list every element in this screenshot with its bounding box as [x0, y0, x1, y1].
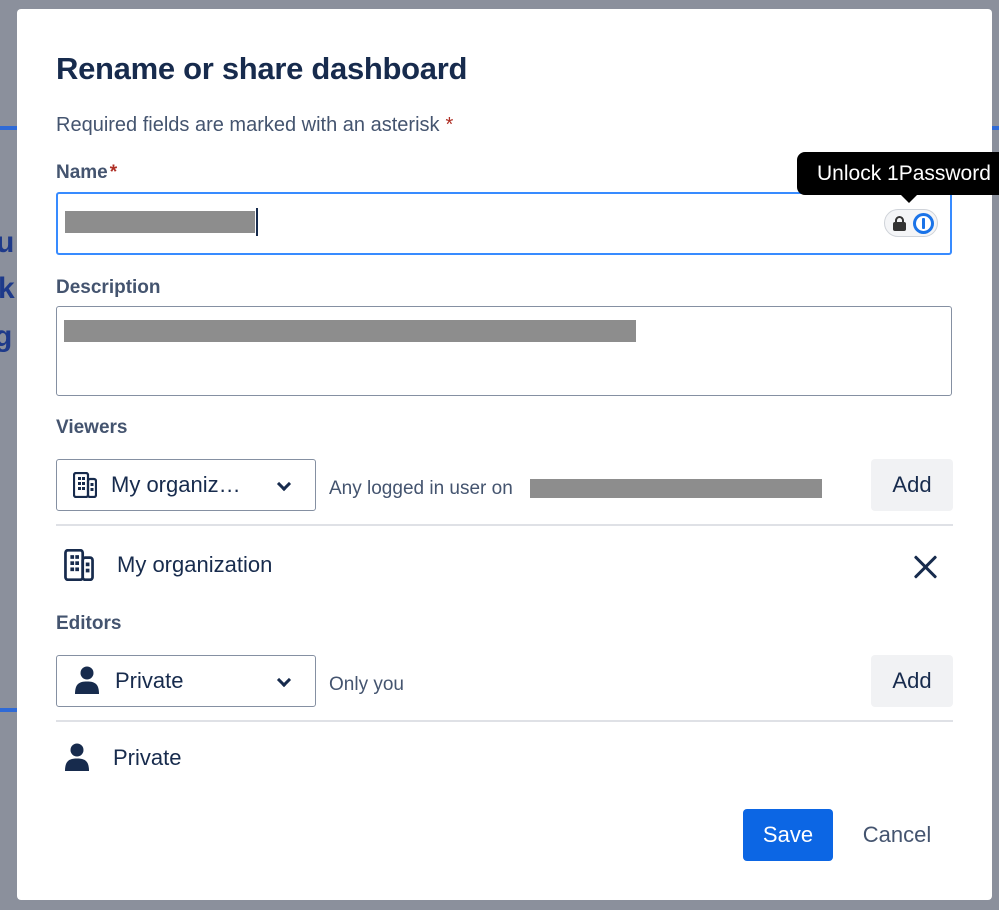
- viewer-entry-label: My organization: [117, 552, 273, 577]
- background-accent-line: [0, 126, 17, 130]
- required-asterisk: *: [445, 114, 454, 136]
- text-cursor: [256, 208, 258, 236]
- chevron-down-icon: [276, 476, 292, 492]
- chevron-down-icon: [276, 672, 292, 688]
- building-icon: [73, 472, 97, 498]
- password-manager-button[interactable]: [884, 209, 938, 237]
- name-required-asterisk: *: [109, 162, 118, 183]
- person-icon: [65, 743, 89, 771]
- background-accent-line: [992, 126, 999, 130]
- redacted-organization-name: [530, 479, 822, 498]
- redacted-name-value: [65, 211, 255, 233]
- add-viewer-button[interactable]: Add: [871, 459, 953, 511]
- password-manager-tooltip: Unlock 1Password: [797, 152, 999, 195]
- name-label-text: Name: [56, 162, 108, 183]
- viewers-divider: [56, 524, 953, 526]
- editors-label: Editors: [56, 613, 122, 634]
- viewers-hint: Any logged in user on: [329, 478, 513, 500]
- building-icon: [64, 549, 94, 581]
- editors-hint: Only you: [329, 674, 404, 695]
- 1password-icon: [913, 212, 934, 234]
- add-editor-button[interactable]: Add: [871, 655, 953, 707]
- redacted-description-value: [64, 320, 636, 342]
- viewers-select[interactable]: My organiz…: [56, 459, 316, 511]
- viewers-label: Viewers: [56, 417, 128, 438]
- editor-entry-private: Private: [63, 743, 181, 773]
- viewer-entry-my-organization: My organization: [63, 549, 272, 581]
- editor-entry-label: Private: [113, 745, 182, 770]
- remove-viewer-close-icon[interactable]: [912, 553, 940, 581]
- save-button[interactable]: Save: [743, 809, 833, 861]
- editors-select[interactable]: Private: [56, 655, 316, 707]
- required-fields-note: Required fields are marked with an aster…: [56, 114, 453, 137]
- rename-share-dialog: Rename or share dashboard Required field…: [17, 9, 992, 900]
- tooltip-arrow: [900, 194, 918, 203]
- lock-icon: [893, 216, 906, 231]
- dialog-title: Rename or share dashboard: [56, 51, 468, 86]
- background-accent-line: [0, 708, 17, 712]
- description-label: Description: [56, 277, 161, 298]
- cancel-button[interactable]: Cancel: [849, 809, 945, 861]
- background-text-fragment: g: [0, 320, 13, 353]
- editors-divider: [56, 720, 953, 722]
- name-input[interactable]: [56, 192, 952, 255]
- required-note-text: Required fields are marked with an aster…: [56, 114, 440, 136]
- viewers-hint-text: Any logged in user on: [329, 478, 513, 499]
- name-label: Name *: [56, 162, 117, 184]
- background-text-fragment: k: [0, 272, 15, 305]
- person-icon: [75, 666, 99, 694]
- description-textarea[interactable]: [56, 306, 952, 396]
- viewers-select-value: My organiz…: [111, 472, 241, 497]
- background-text-fragment: u: [0, 226, 15, 259]
- editors-select-value: Private: [115, 668, 184, 693]
